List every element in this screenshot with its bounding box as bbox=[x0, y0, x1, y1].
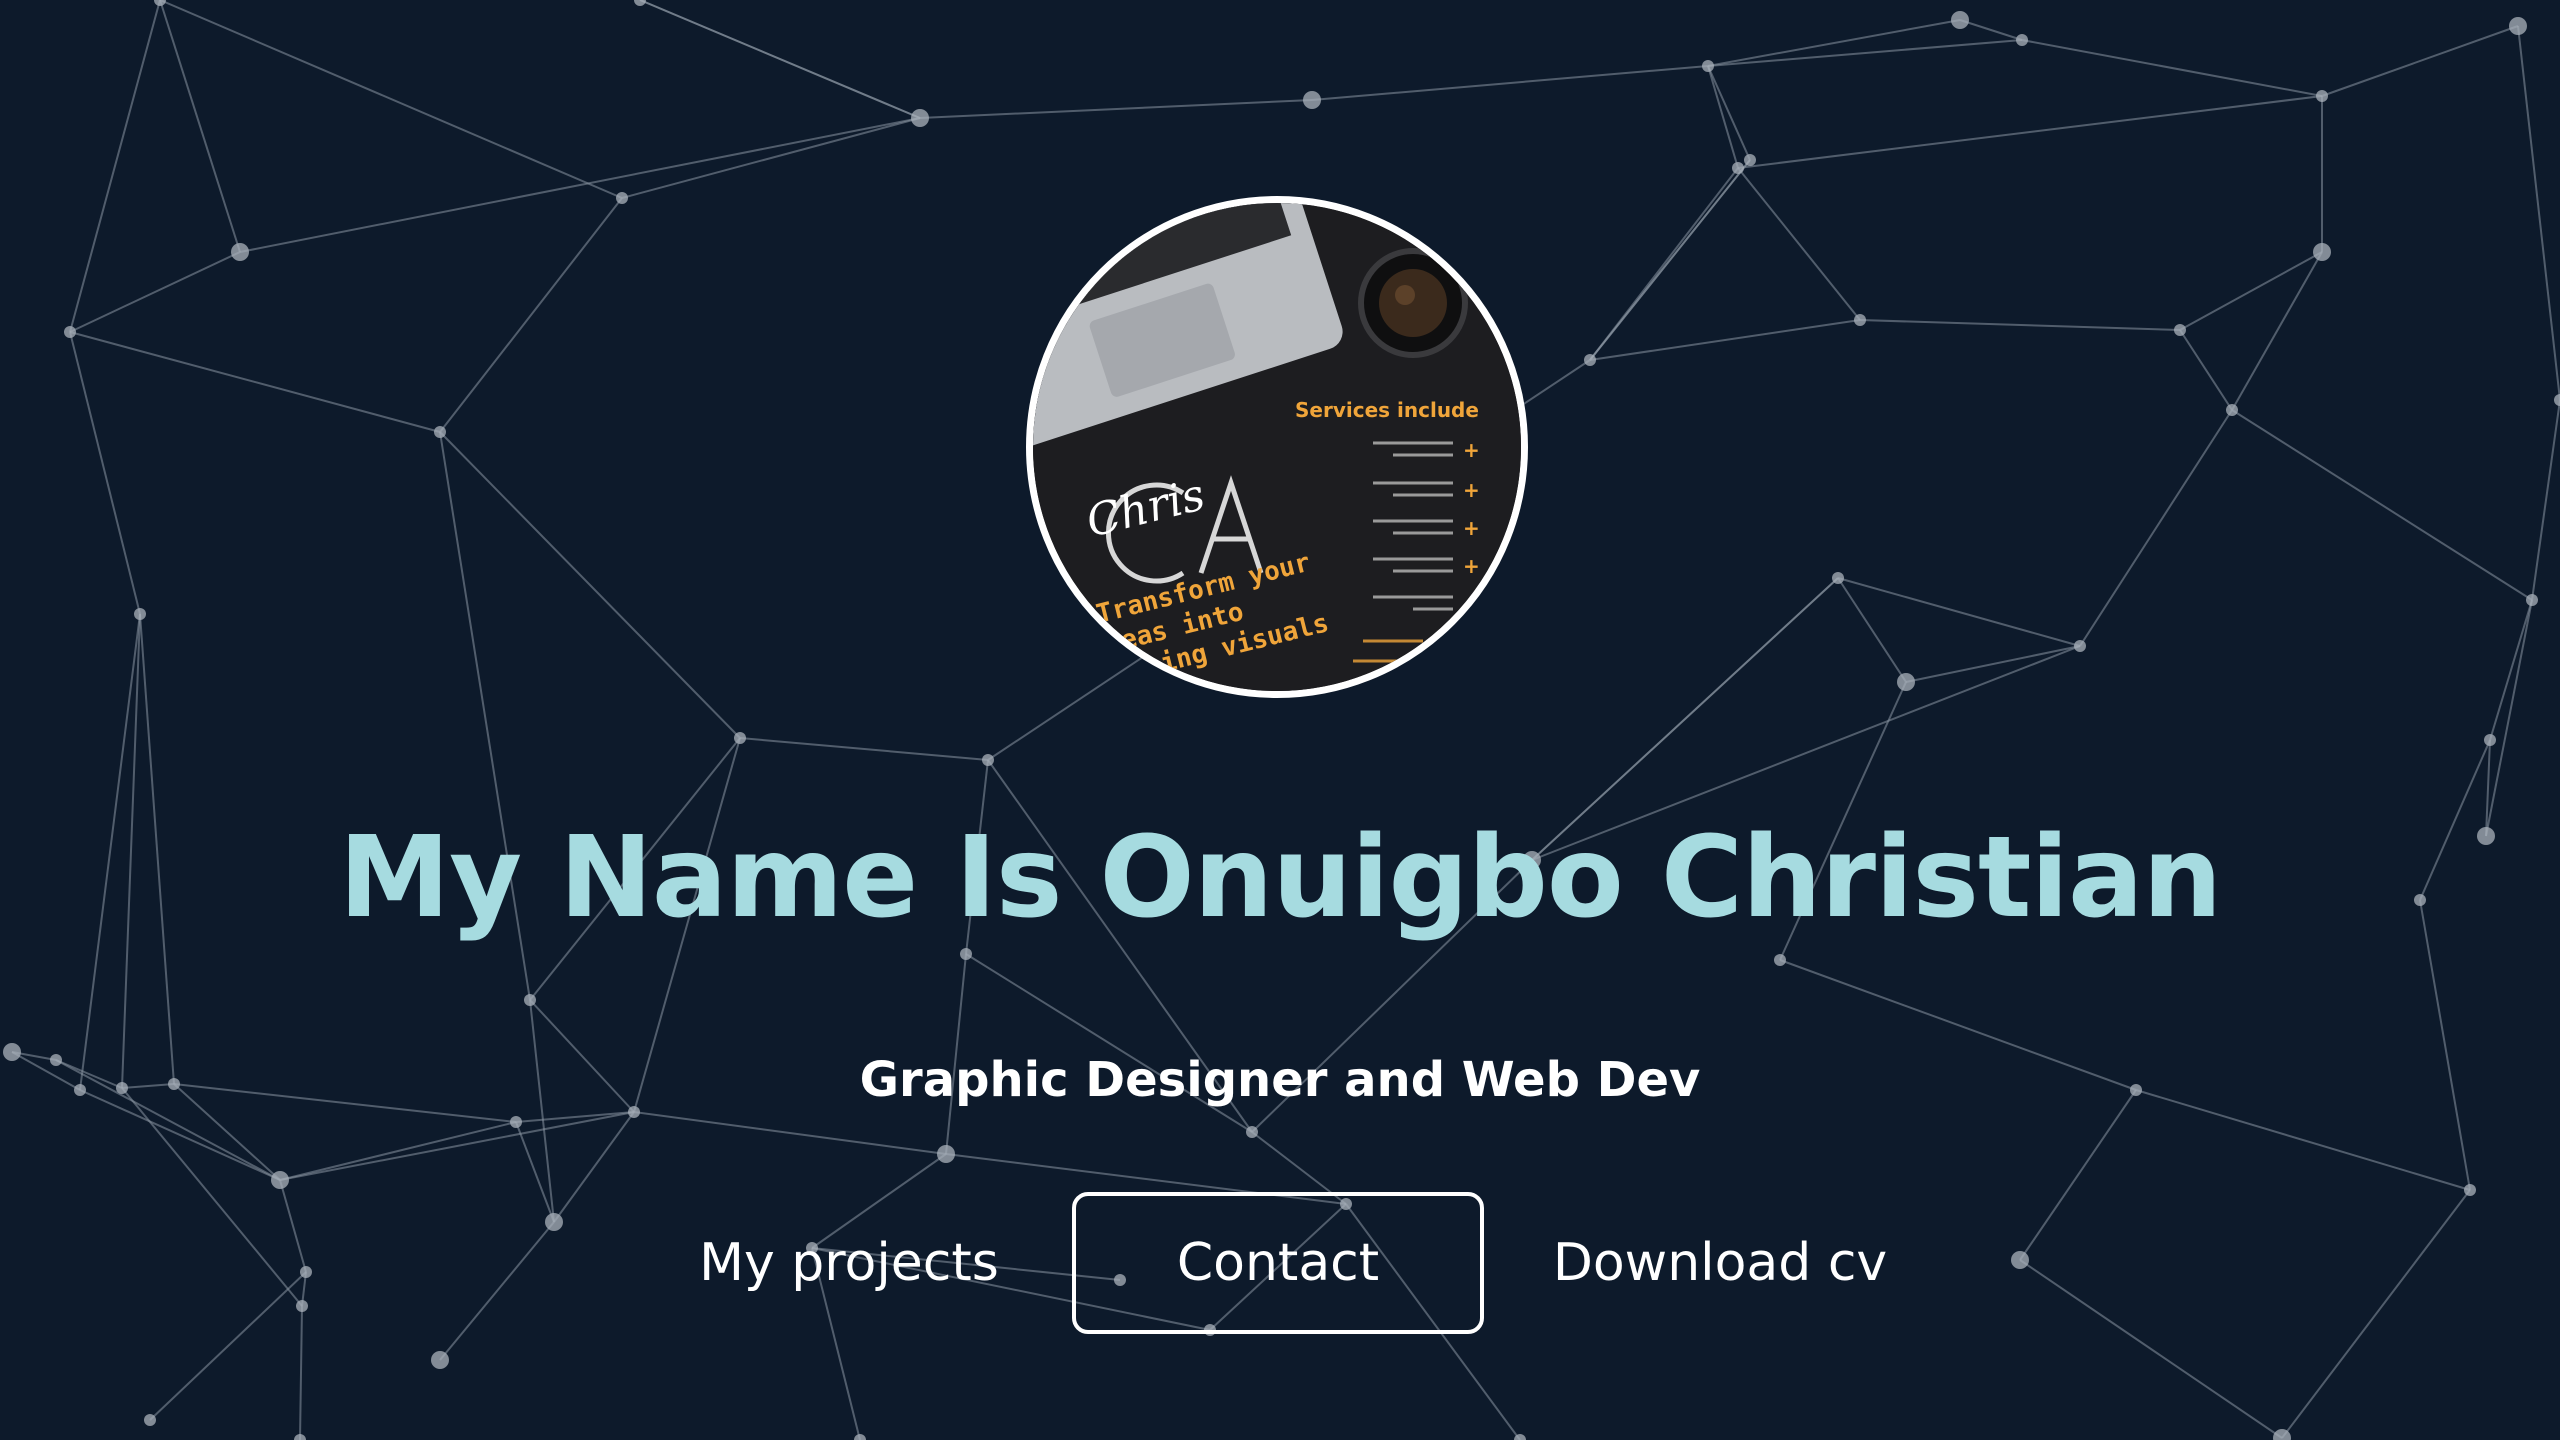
network-line bbox=[239, 117, 921, 253]
network-line bbox=[2321, 25, 2519, 97]
network-line bbox=[159, 0, 623, 199]
network-node bbox=[1951, 11, 1969, 29]
network-line bbox=[2517, 25, 2560, 401]
network-node bbox=[2484, 734, 2496, 746]
network-line bbox=[69, 0, 161, 333]
network-node bbox=[1303, 91, 1321, 109]
network-node bbox=[134, 608, 146, 620]
network-node bbox=[911, 109, 929, 127]
network-node bbox=[982, 754, 994, 766]
network-line bbox=[1707, 65, 1739, 169]
network-line bbox=[2531, 399, 2560, 601]
network-node bbox=[854, 1434, 866, 1440]
network-line bbox=[69, 331, 441, 433]
network-node bbox=[2509, 17, 2527, 35]
network-line bbox=[2231, 409, 2533, 601]
network-line bbox=[2079, 409, 2233, 647]
network-node bbox=[64, 326, 76, 338]
network-line bbox=[1737, 167, 1861, 321]
hero-actions: My projects Contact Download cv bbox=[0, 1192, 2560, 1334]
network-node bbox=[294, 1434, 306, 1440]
network-line bbox=[2489, 599, 2533, 741]
network-node bbox=[937, 1145, 955, 1163]
network-node bbox=[434, 426, 446, 438]
network-line bbox=[69, 251, 241, 333]
network-node bbox=[2313, 243, 2331, 261]
network-line bbox=[1589, 159, 1751, 361]
profile-avatar: Services include + + + + Chris Transform… bbox=[1026, 196, 1528, 698]
network-line bbox=[1589, 319, 1861, 361]
network-node bbox=[524, 994, 536, 1006]
network-line bbox=[1837, 577, 2081, 647]
network-node bbox=[231, 243, 249, 261]
svg-text:+: + bbox=[1463, 438, 1480, 462]
network-node bbox=[634, 0, 646, 6]
network-node bbox=[154, 0, 166, 6]
network-node bbox=[1832, 572, 1844, 584]
network-line bbox=[1707, 39, 2023, 67]
network-line bbox=[279, 1111, 635, 1181]
network-node bbox=[734, 732, 746, 744]
network-line bbox=[2179, 329, 2233, 411]
my-projects-link[interactable]: My projects bbox=[684, 1192, 1014, 1334]
network-line bbox=[1737, 95, 2323, 169]
network-node bbox=[2074, 640, 2086, 652]
network-node bbox=[616, 192, 628, 204]
network-node bbox=[1246, 1126, 1258, 1138]
contact-button[interactable]: Contact bbox=[1072, 1192, 1484, 1334]
network-line bbox=[1707, 19, 1961, 67]
download-cv-link[interactable]: Download cv bbox=[1540, 1192, 1900, 1334]
network-node bbox=[2174, 324, 2186, 336]
network-node bbox=[2526, 594, 2538, 606]
network-line bbox=[739, 737, 989, 761]
svg-text:+: + bbox=[1463, 516, 1480, 540]
svg-text:+: + bbox=[1463, 478, 1480, 502]
network-node bbox=[2226, 404, 2238, 416]
network-node bbox=[431, 1351, 449, 1369]
network-node bbox=[1854, 314, 1866, 326]
svg-text:+: + bbox=[1463, 554, 1480, 578]
network-node bbox=[271, 1171, 289, 1189]
network-line bbox=[2485, 599, 2533, 837]
network-line bbox=[1311, 65, 1709, 101]
network-node bbox=[2016, 34, 2028, 46]
network-node bbox=[2554, 394, 2560, 406]
network-node bbox=[1702, 60, 1714, 72]
network-line bbox=[2021, 39, 2323, 97]
hero-title: My Name Is Onuigbo Christian bbox=[338, 813, 2223, 943]
network-line bbox=[1959, 19, 2023, 41]
network-node bbox=[144, 1414, 156, 1426]
network-node bbox=[1774, 954, 1786, 966]
network-line bbox=[279, 1121, 517, 1181]
network-line bbox=[633, 1111, 947, 1155]
network-line bbox=[919, 99, 1313, 119]
network-node bbox=[510, 1116, 522, 1128]
network-node bbox=[1897, 673, 1915, 691]
network-line bbox=[639, 0, 921, 119]
hero-page: Services include + + + + Chris Transform… bbox=[0, 0, 2560, 1440]
network-line bbox=[1707, 65, 1751, 161]
network-line bbox=[439, 431, 741, 739]
network-line bbox=[1859, 319, 2181, 331]
flyer-heading: Services include bbox=[1295, 398, 1479, 422]
network-node bbox=[1744, 154, 1756, 166]
network-line bbox=[439, 197, 623, 433]
hero-subtitle: Graphic Designer and Web Dev bbox=[859, 1052, 1701, 1108]
network-node bbox=[960, 948, 972, 960]
network-line bbox=[621, 117, 921, 199]
network-line bbox=[1905, 645, 2081, 683]
network-line bbox=[515, 1111, 635, 1123]
network-line bbox=[159, 0, 241, 253]
network-node bbox=[1584, 354, 1596, 366]
network-node bbox=[1732, 162, 1744, 174]
network-node bbox=[2316, 90, 2328, 102]
network-line bbox=[69, 331, 141, 615]
